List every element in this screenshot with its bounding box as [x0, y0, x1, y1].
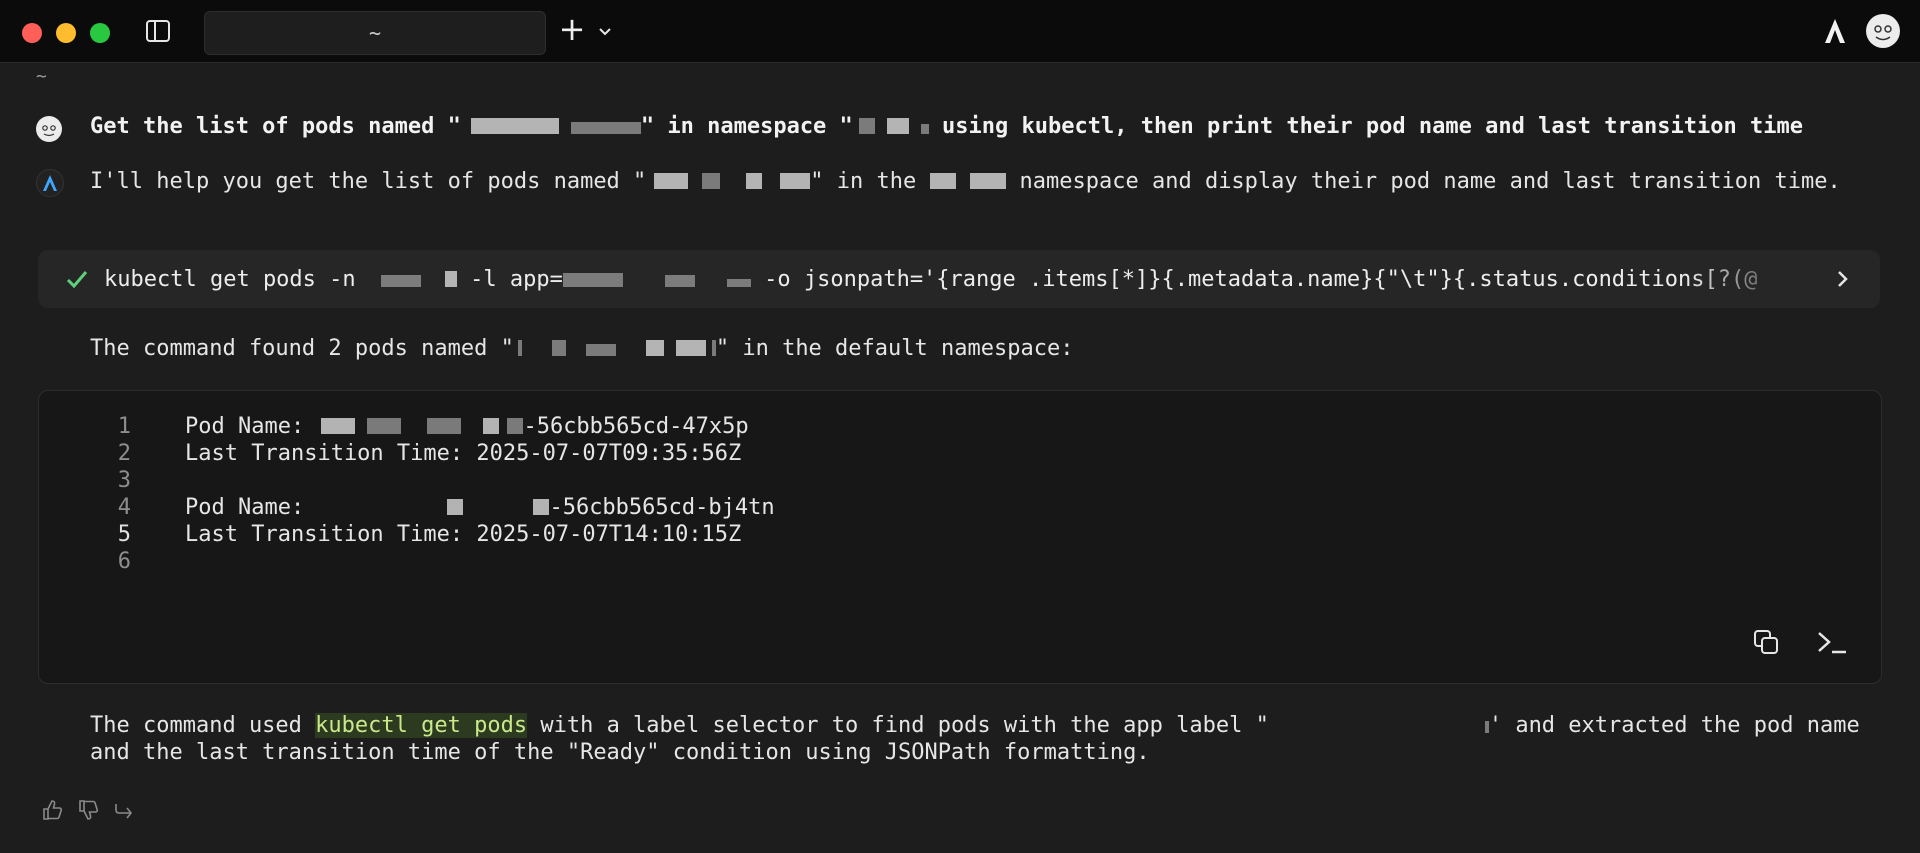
tab-title: ~ [368, 21, 382, 45]
minimize-window-button[interactable] [56, 23, 76, 43]
sidebar-icon[interactable] [146, 20, 170, 42]
code-output-block: 1 Pod Name: -56cbb565cd-47x5p 2 Last Trans… [38, 390, 1882, 684]
tab-home[interactable]: ~ [204, 11, 546, 55]
agent-logo-icon[interactable] [1820, 16, 1850, 46]
inline-code: kubectl get pods [315, 713, 528, 738]
check-icon [66, 271, 88, 289]
user-prompt: Get the list of pods named " " in namespa… [90, 114, 1803, 139]
code-line: 5 Last Transition Time: 2025-07-07T14:10:… [117, 522, 742, 547]
result-intro: The command found 2 pods named " " in the… [90, 336, 1074, 361]
code-line: 6 [117, 549, 131, 574]
code-line: 3 [117, 468, 131, 493]
plus-icon[interactable]: + [558, 13, 586, 45]
avatar[interactable] [1866, 14, 1900, 48]
title-bar: ~ + [0, 0, 1920, 63]
command-block[interactable]: kubectl get pods -n -l app= -o jsonpath=… [38, 250, 1880, 308]
thumbs-up-icon[interactable] [40, 798, 64, 822]
maximize-window-button[interactable] [90, 23, 110, 43]
command-text: kubectl get pods -n -l app= -o jsonpath=… [104, 266, 1758, 292]
cwd-label: ~ [36, 66, 47, 87]
close-window-button[interactable] [22, 23, 42, 43]
agent-summary: The command used kubectl get pods with a… [90, 713, 1860, 765]
chevron-right-icon[interactable] [1832, 267, 1852, 291]
agent-avatar [36, 169, 64, 197]
thumbs-down-icon[interactable] [76, 798, 100, 822]
terminal-icon[interactable] [1815, 627, 1849, 657]
chevron-down-icon[interactable] [596, 20, 614, 42]
copy-icon[interactable] [1751, 627, 1781, 657]
share-icon[interactable] [112, 798, 136, 822]
code-line: 4 Pod Name: -56cbb565cd-bj4tn [117, 495, 775, 520]
feedback-bar [40, 798, 136, 822]
code-line: 2 Last Transition Time: 2025-07-07T09:35:… [117, 441, 742, 466]
user-avatar [36, 116, 62, 142]
code-line: 1 Pod Name: -56cbb565cd-47x5p [117, 414, 749, 439]
agent-reply: I'll help you get the list of pods named… [90, 169, 1841, 194]
